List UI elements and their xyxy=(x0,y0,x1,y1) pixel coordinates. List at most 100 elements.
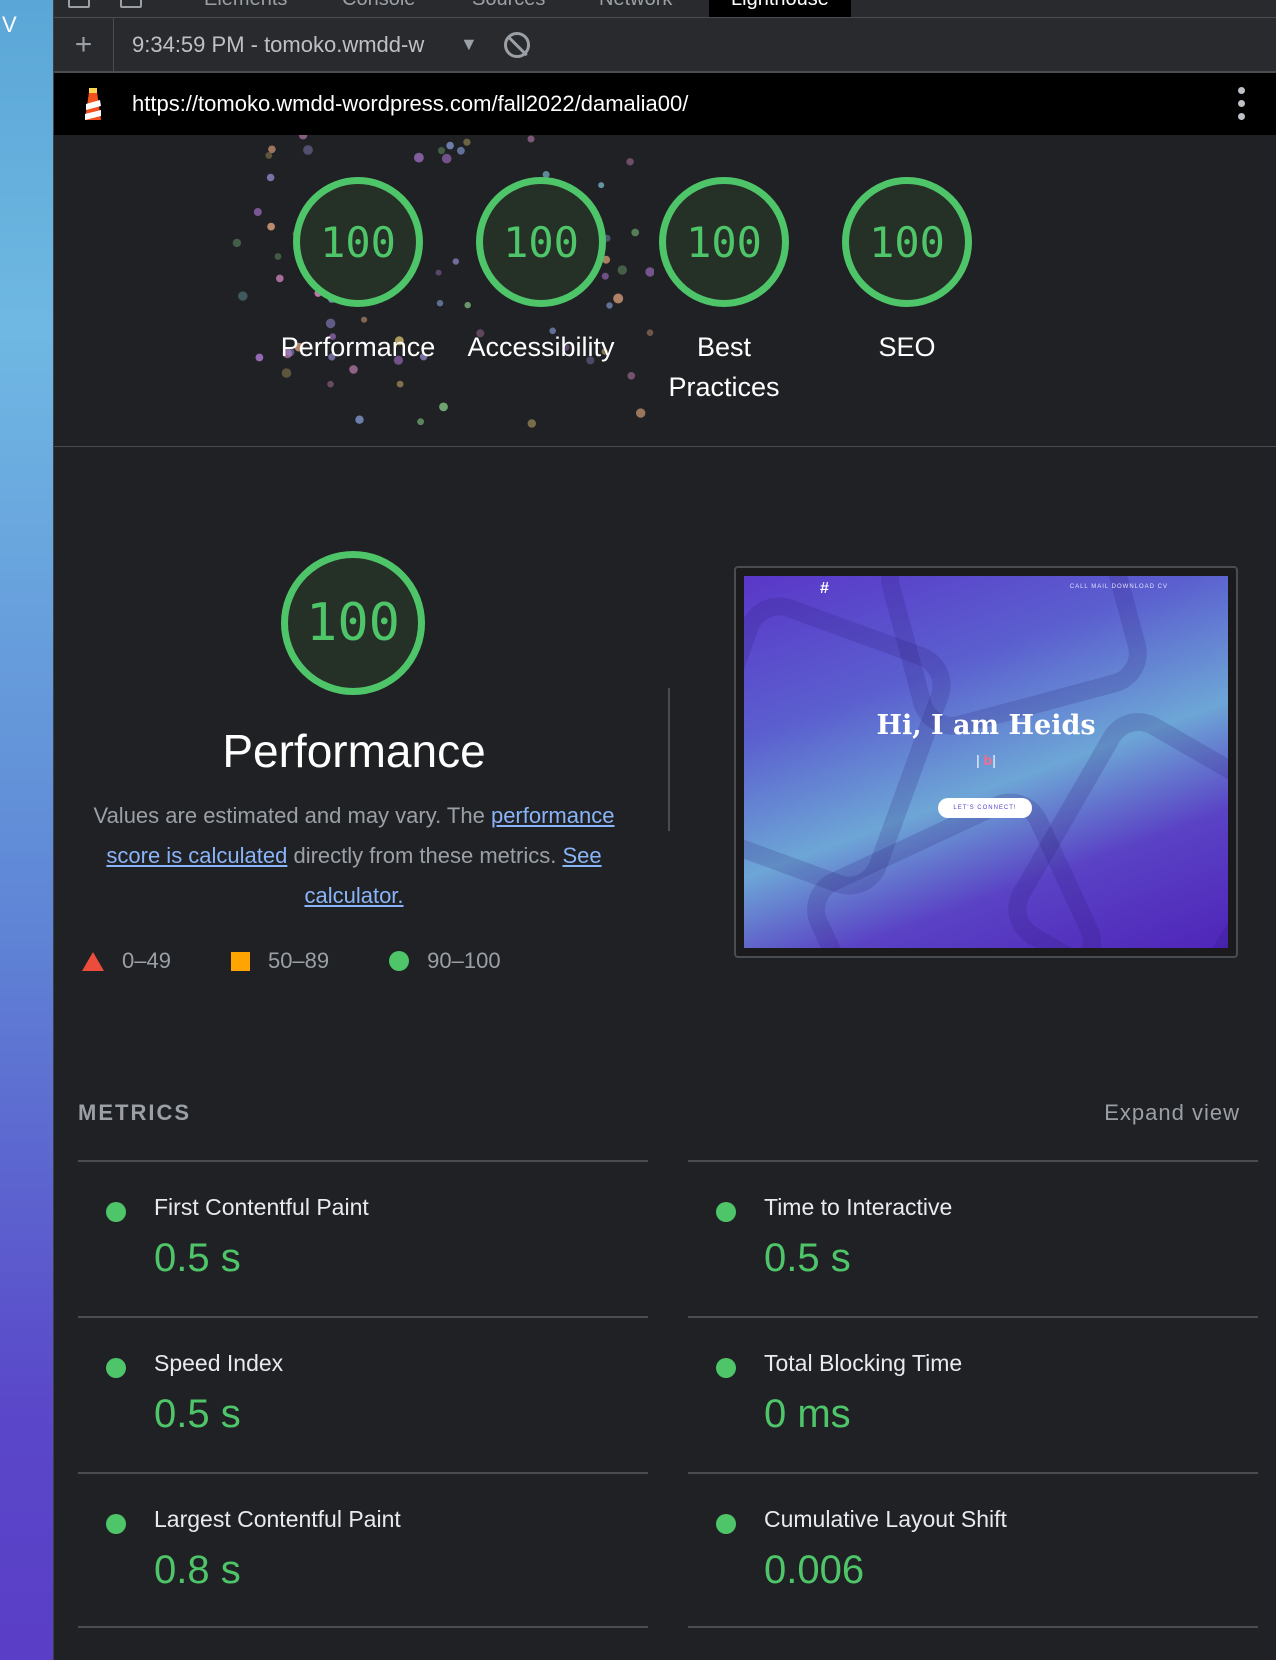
metric-label: Total Blocking Time xyxy=(764,1350,963,1376)
confetti-dot xyxy=(527,419,536,428)
site-nav: CALL MAIL DOWNLOAD CV xyxy=(1069,584,1168,590)
metric-label: Speed Index xyxy=(154,1350,284,1376)
gauge-score: 100 xyxy=(503,217,579,267)
legend-average: 50–89 xyxy=(230,948,330,974)
desc-text: Values are estimated and may vary. The xyxy=(93,803,491,828)
site-cta-button: LET'S CONNECT! xyxy=(938,798,1032,818)
confetti-dot xyxy=(439,402,448,412)
gauge-score: 100 xyxy=(320,217,396,267)
metric-value: 0 ms xyxy=(764,1392,851,1436)
divider xyxy=(688,1626,1258,1628)
screenshot-image: # CALL MAIL DOWNLOAD CV Hi, I am Heids |… xyxy=(744,576,1228,948)
desc-text: directly from these metrics. xyxy=(287,843,563,868)
gauge-performance[interactable]: 100 Performance xyxy=(273,177,443,367)
confetti-dot xyxy=(265,152,273,159)
clear-reports-icon[interactable] xyxy=(503,31,530,58)
confetti-dot xyxy=(441,153,452,164)
performance-section: 100 Performance Values are estimated and… xyxy=(54,448,1276,1048)
score-legend: 0–49 50–89 90–100 xyxy=(82,948,642,974)
site-logo: # xyxy=(820,580,829,597)
expand-view-button[interactable]: Expand view xyxy=(1104,1100,1240,1126)
legend-fail: 0–49 xyxy=(82,948,171,974)
section-divider xyxy=(668,688,670,831)
gauge-score: 100 xyxy=(686,217,762,267)
pass-circle-icon xyxy=(716,1358,736,1378)
lighthouse-logo-icon xyxy=(85,88,101,120)
tab-elements[interactable]: Elements xyxy=(204,0,287,11)
confetti-dot xyxy=(414,152,424,163)
confetti-dot xyxy=(238,291,248,301)
legend-range: 50–89 xyxy=(267,948,330,973)
confetti-dot xyxy=(355,415,364,424)
inspect-element-icon[interactable] xyxy=(68,0,90,8)
chevron-down-icon[interactable]: ▼ xyxy=(460,34,478,55)
tab-console[interactable]: Console xyxy=(342,0,415,11)
device-toolbar-icon[interactable] xyxy=(120,0,142,8)
square-icon xyxy=(230,951,250,971)
performance-title: Performance xyxy=(222,725,486,777)
gauge-label: Accessibility xyxy=(467,332,615,362)
confetti-dot xyxy=(327,380,334,388)
typing-cursor: | b| xyxy=(976,752,996,768)
confetti-dot xyxy=(303,145,313,155)
gauge-ring: 100 xyxy=(293,177,423,307)
report-url-bar: https://tomoko.wmdd-wordpress.com/fall20… xyxy=(54,73,1276,135)
confetti-dot xyxy=(281,368,292,378)
divider xyxy=(78,1626,648,1628)
metric-first-contentful-paint: First Contentful Paint 0.5 s xyxy=(78,1160,648,1316)
confetti-dot xyxy=(437,147,446,155)
tab-sources[interactable]: Sources xyxy=(472,0,545,11)
gauge-ring: 100 xyxy=(476,177,606,307)
confetti-dot xyxy=(527,135,535,143)
confetti-dot xyxy=(255,353,264,362)
gauge-seo[interactable]: 100 SEO xyxy=(822,177,992,367)
confetti-dot xyxy=(268,145,276,154)
confetti-dot xyxy=(253,208,262,216)
confetti-dot xyxy=(627,372,636,380)
legend-range: 0–49 xyxy=(122,948,171,973)
pass-circle-icon xyxy=(716,1202,736,1222)
pass-circle-icon xyxy=(106,1514,126,1534)
inspected-page-strip: V xyxy=(0,0,53,1660)
gauge-best-practices[interactable]: 100 Best Practices xyxy=(639,177,809,407)
confetti-dot xyxy=(463,138,471,146)
tab-network[interactable]: Network xyxy=(599,0,672,11)
pass-circle-icon xyxy=(716,1514,736,1534)
metric-speed-index: Speed Index 0.5 s xyxy=(78,1316,648,1472)
report-toolbar: + 9:34:59 PM - tomoko.wmdd-w ▼ xyxy=(54,17,1276,73)
confetti-dot xyxy=(626,158,634,166)
new-report-button[interactable]: + xyxy=(54,17,114,72)
metric-largest-contentful-paint: Largest Contentful Paint 0.8 s xyxy=(78,1472,648,1628)
report-select[interactable]: 9:34:59 PM - tomoko.wmdd-w xyxy=(132,32,452,58)
site-hero-heading: Hi, I am Heids xyxy=(876,710,1096,741)
final-screenshot[interactable]: # CALL MAIL DOWNLOAD CV Hi, I am Heids |… xyxy=(734,566,1238,958)
gauge-label: Performance xyxy=(280,332,436,362)
devtools-tabbar: Elements Console Sources Network Lightho… xyxy=(54,0,1276,18)
metrics-heading: METRICS xyxy=(78,1100,191,1125)
metric-value: 0.5 s xyxy=(154,1392,241,1436)
metric-label: Largest Contentful Paint xyxy=(154,1506,401,1532)
metric-value: 0.8 s xyxy=(154,1548,241,1592)
triangle-icon xyxy=(82,951,104,971)
metric-label: Time to Interactive xyxy=(764,1194,953,1220)
metric-total-blocking-time: Total Blocking Time 0 ms xyxy=(688,1316,1258,1472)
tab-lighthouse[interactable]: Lighthouse xyxy=(709,0,851,17)
more-options-icon[interactable] xyxy=(1238,87,1245,120)
confetti-dot xyxy=(417,418,424,426)
page-strip-text: V xyxy=(2,12,17,37)
gauge-accessibility[interactable]: 100 Accessibility xyxy=(456,177,626,367)
confetti-dot xyxy=(457,146,465,155)
metric-label: Cumulative Layout Shift xyxy=(764,1506,1007,1532)
confetti-dot xyxy=(232,238,242,248)
metric-label: First Contentful Paint xyxy=(154,1194,369,1220)
performance-description: Values are estimated and may vary. The p… xyxy=(74,796,634,916)
metric-value: 0.006 xyxy=(764,1548,865,1592)
confetti-dot xyxy=(446,141,454,150)
legend-range: 90–100 xyxy=(427,948,501,973)
report-url[interactable]: https://tomoko.wmdd-wordpress.com/fall20… xyxy=(132,91,688,117)
pass-circle-icon xyxy=(106,1358,126,1378)
circle-icon xyxy=(389,951,410,971)
gauge-label: Best Practices xyxy=(668,332,780,402)
metric-value: 0.5 s xyxy=(764,1236,851,1280)
gauge-label: SEO xyxy=(878,332,936,362)
